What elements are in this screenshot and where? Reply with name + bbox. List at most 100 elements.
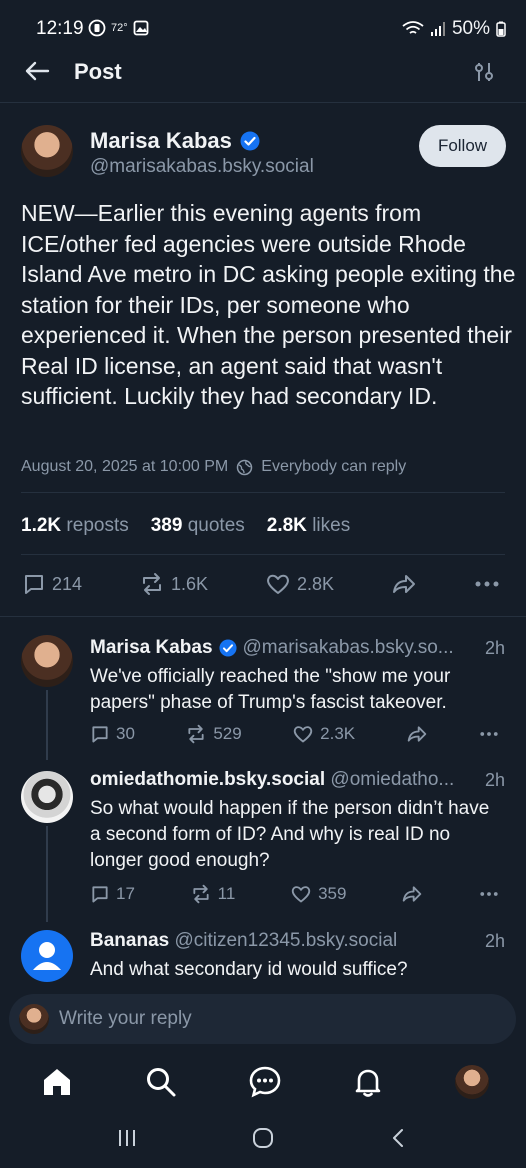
bottom-nav xyxy=(0,1056,526,1108)
ellipsis-icon xyxy=(480,732,498,736)
status-left-icons: 72° xyxy=(88,19,149,37)
reply-button[interactable]: 30 xyxy=(90,724,135,744)
reply-author-name: omiedathomie.bsky.social xyxy=(90,769,326,790)
reply-author-name: Bananas xyxy=(90,930,170,951)
default-user-icon xyxy=(33,942,61,970)
reply-author-line[interactable]: omiedathomie.bsky.social @omiedatho... xyxy=(90,769,454,791)
repost-icon xyxy=(193,884,209,904)
meta-divider xyxy=(21,492,505,493)
heart-icon xyxy=(291,886,311,903)
composer-placeholder: Write your reply xyxy=(59,1008,192,1029)
main-author-name-text: Marisa Kabas xyxy=(90,128,232,153)
reply-author-line[interactable]: Bananas @citizen12345.bsky.social xyxy=(90,930,397,952)
stats-divider xyxy=(21,554,505,555)
like-button[interactable]: 359 xyxy=(290,884,346,904)
main-post-actions: 214 1.6K 2.8K xyxy=(22,572,500,596)
post-stats: 1.2K reposts 389 quotes 2.8K likes xyxy=(21,515,350,537)
likes-stat[interactable]: 2.8K likes xyxy=(267,515,350,537)
more-options-button[interactable] xyxy=(478,891,500,897)
reposts-count: 1.2K xyxy=(21,515,62,536)
home-icon[interactable] xyxy=(40,1065,74,1099)
more-options-button[interactable] xyxy=(474,580,500,588)
gallery-icon xyxy=(133,20,149,36)
reply-time: 2h xyxy=(484,931,505,951)
reply-actions: 17 11 359 xyxy=(90,884,500,904)
reply-avatar[interactable] xyxy=(21,771,73,823)
signal-icon xyxy=(430,22,445,36)
profile-avatar[interactable] xyxy=(455,1065,489,1099)
wifi-icon xyxy=(402,21,424,34)
main-author-avatar[interactable] xyxy=(21,125,73,177)
reply-button[interactable]: 214 xyxy=(22,572,82,596)
home-circle-icon[interactable] xyxy=(250,1125,276,1151)
like-count: 2.8K xyxy=(297,573,335,594)
recents-icon[interactable] xyxy=(115,1126,139,1150)
like-count: 359 xyxy=(318,884,347,903)
status-right: 50% xyxy=(402,18,506,40)
header-divider xyxy=(0,102,526,103)
thread-line xyxy=(46,690,48,760)
reply-text: We've officially reached the "show me yo… xyxy=(90,666,451,713)
share-button[interactable] xyxy=(406,724,428,744)
like-button[interactable]: 2.8K xyxy=(265,572,334,596)
repost-button[interactable]: 11 xyxy=(190,884,235,904)
reply-setting[interactable]: Everybody can reply xyxy=(261,458,406,476)
reply-button[interactable]: 17 xyxy=(90,884,135,904)
verified-check-icon xyxy=(218,639,237,657)
back-chevron-icon[interactable] xyxy=(387,1126,411,1150)
battery-percent: 50% xyxy=(451,18,490,39)
reply-time: 2h xyxy=(484,638,505,658)
likes-count: 2.8K xyxy=(266,515,307,536)
reply-author-handle: @citizen12345.bsky.social xyxy=(174,930,398,951)
reply-composer[interactable]: Write your reply xyxy=(9,994,516,1044)
composer-avatar xyxy=(19,1004,49,1034)
notifications-bell-icon[interactable] xyxy=(351,1065,385,1099)
filter-sliders-icon[interactable] xyxy=(472,60,496,84)
share-button[interactable] xyxy=(401,884,423,904)
reply-bubble-icon xyxy=(92,726,108,743)
repost-button[interactable]: 1.6K xyxy=(139,572,208,596)
reply-avatar[interactable] xyxy=(21,635,73,687)
battery-icon xyxy=(496,21,506,37)
repost-button[interactable]: 529 xyxy=(185,724,242,744)
reposts-stat[interactable]: 1.2K reposts xyxy=(21,515,129,537)
share-button[interactable] xyxy=(391,572,417,596)
back-arrow-icon[interactable] xyxy=(22,56,52,86)
repost-icon xyxy=(143,573,162,595)
reply-author-handle: @omiedatho... xyxy=(330,769,455,790)
reply-actions: 30 529 2.3K xyxy=(90,724,500,744)
main-author-handle[interactable]: @marisakabas.bsky.social xyxy=(90,156,314,178)
quotes-label: quotes xyxy=(187,515,245,536)
reply-text: So what would happen if the person didn’… xyxy=(90,798,490,871)
reposts-label: reposts xyxy=(66,515,129,536)
share-arrow-icon xyxy=(393,575,416,593)
more-options-button[interactable] xyxy=(478,731,500,737)
reply-count: 214 xyxy=(52,573,83,594)
reply-bubble-icon xyxy=(92,886,108,903)
main-author-name[interactable]: Marisa Kabas xyxy=(90,128,260,154)
main-post-text: NEW—Earlier this evening agents from ICE… xyxy=(21,200,516,409)
reply-author-handle: @marisakabas.bsky.so... xyxy=(242,637,454,658)
repost-count: 1.6K xyxy=(171,573,209,594)
globe-icon xyxy=(237,459,253,475)
follow-button[interactable]: Follow xyxy=(419,125,506,167)
likes-label: likes xyxy=(312,515,351,536)
quotes-stat[interactable]: 389 quotes xyxy=(151,515,245,537)
reply-author-line[interactable]: Marisa Kabas @marisakabas.bsky.so... xyxy=(90,637,454,659)
data-saver-icon xyxy=(88,19,106,37)
reply-text: And what secondary id would suffice? xyxy=(90,959,408,980)
repost-icon xyxy=(188,724,204,744)
quotes-count: 389 xyxy=(150,515,183,536)
like-count: 2.3K xyxy=(320,724,356,743)
search-icon[interactable] xyxy=(144,1065,178,1099)
heart-icon xyxy=(267,574,289,594)
actions-divider xyxy=(0,616,526,617)
page-title: Post xyxy=(74,59,122,84)
ellipsis-icon xyxy=(480,892,498,896)
main-post-meta: August 20, 2025 at 10:00 PM Everybody ca… xyxy=(21,458,406,476)
reply-avatar[interactable] xyxy=(21,930,73,982)
chat-icon[interactable] xyxy=(248,1065,282,1099)
post-timestamp: August 20, 2025 at 10:00 PM xyxy=(21,458,229,475)
thread-line xyxy=(46,826,48,922)
like-button[interactable]: 2.3K xyxy=(292,724,355,744)
